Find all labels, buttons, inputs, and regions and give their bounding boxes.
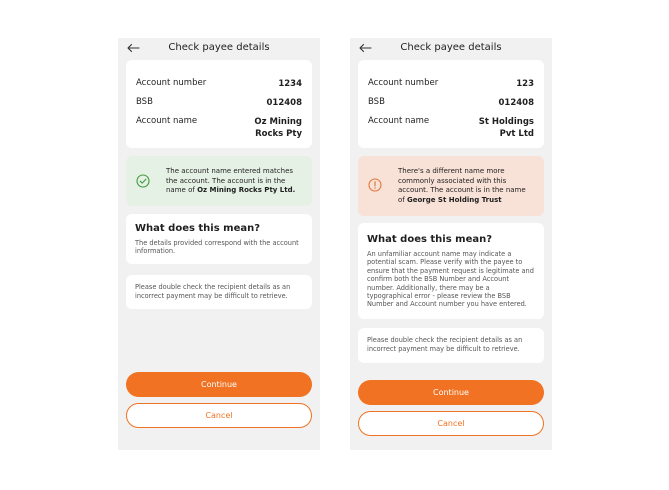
- match-message-text: The account name entered matches the acc…: [166, 167, 302, 196]
- alert-circle-icon: [368, 178, 382, 192]
- info-body: An unfamiliar account name may indicate …: [367, 250, 534, 309]
- account-number-label: Account number: [368, 78, 439, 88]
- mismatch-message-text: There's a different name more commonly a…: [398, 167, 534, 205]
- page-title: Check payee details: [400, 42, 502, 53]
- account-name-value: Oz Mining Rocks Pty: [254, 116, 302, 140]
- note-text: Please double check the recipient detail…: [135, 283, 291, 300]
- screen-mismatch: Check payee details Account number 123 B…: [350, 38, 552, 450]
- continue-button[interactable]: Continue: [358, 380, 544, 405]
- info-title: What does this mean?: [135, 223, 261, 234]
- header: Check payee details: [350, 38, 552, 60]
- info-card: What does this mean? The details provide…: [126, 214, 312, 264]
- page-title: Check payee details: [168, 42, 270, 53]
- continue-button[interactable]: Continue: [126, 372, 312, 397]
- check-circle-icon: [136, 174, 150, 188]
- info-card: What does this mean? An unfamiliar accou…: [358, 223, 544, 319]
- info-body: The details provided correspond with the…: [135, 239, 299, 256]
- bsb-value: 012408: [498, 98, 535, 108]
- account-number-value: 123: [516, 79, 534, 89]
- account-name-value-line2: Pvt Ltd: [499, 129, 534, 139]
- bsb-label: BSB: [368, 97, 385, 107]
- account-details-card: Account number 1234 BSB 012408 Account n…: [126, 60, 312, 148]
- account-details-card: Account number 123 BSB 012408 Account na…: [358, 60, 544, 148]
- note-text: Please double check the recipient detail…: [367, 336, 523, 353]
- info-title: What does this mean?: [367, 234, 493, 245]
- note-card: Please double check the recipient detail…: [126, 275, 312, 309]
- account-number-label: Account number: [136, 78, 207, 88]
- screen-match: Check payee details Account number 1234 …: [118, 38, 320, 450]
- account-number-value: 1234: [278, 79, 302, 89]
- cancel-button[interactable]: Cancel: [358, 411, 544, 436]
- account-name-label: Account name: [136, 116, 198, 126]
- note-card: Please double check the recipient detail…: [358, 328, 544, 363]
- account-name-label: Account name: [368, 116, 430, 126]
- cancel-button[interactable]: Cancel: [126, 403, 312, 428]
- bsb-label: BSB: [136, 97, 153, 107]
- bsb-value: 012408: [266, 98, 303, 108]
- message-account-name: Oz Mining Rocks Pty Ltd.: [197, 186, 296, 194]
- account-name-value-line1: Oz Mining: [254, 117, 302, 127]
- mismatch-message-card: There's a different name more commonly a…: [358, 156, 544, 216]
- account-name-value-line2: Rocks Pty: [255, 129, 302, 139]
- header: Check payee details: [118, 38, 320, 60]
- message-account-name: George St Holding Trust: [406, 195, 502, 204]
- account-name-value: St Holdings Pvt Ltd: [479, 116, 534, 140]
- account-name-value-line1: St Holdings: [478, 117, 534, 127]
- match-message-card: The account name entered matches the acc…: [126, 156, 312, 206]
